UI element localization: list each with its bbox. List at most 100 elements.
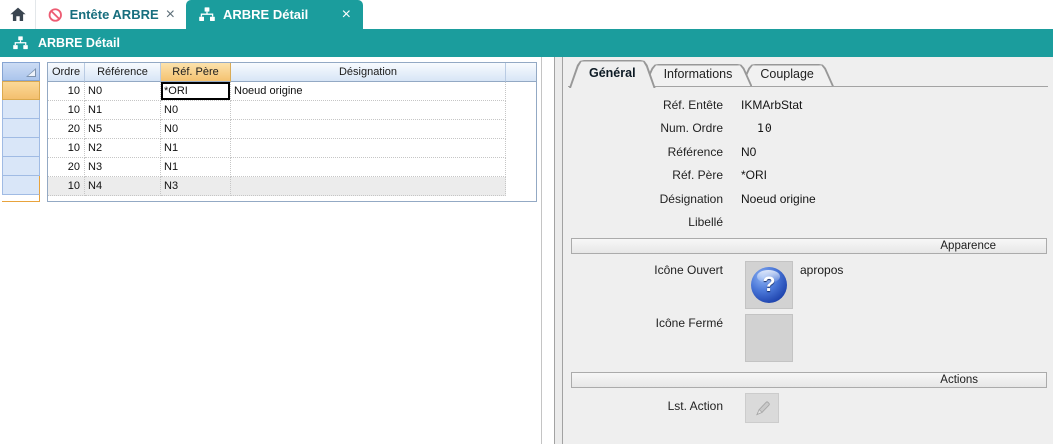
page-title: ARBRE Détail	[38, 36, 120, 50]
field-label: Num. Ordre	[573, 120, 723, 136]
section-header-apparence: Apparence	[571, 238, 1047, 254]
grid-cell[interactable]: 10	[48, 139, 85, 158]
grid-cell[interactable]: N0	[161, 120, 231, 139]
grid-cell[interactable]	[231, 101, 506, 120]
row-selector[interactable]	[2, 176, 40, 195]
field-row: Réf. Père *ORI	[563, 167, 1053, 183]
panel-splitter[interactable]	[554, 57, 563, 444]
grid-cell-filler	[506, 177, 536, 196]
table-row: 10 N1 N0	[48, 101, 536, 120]
grid-cell[interactable]: N3	[85, 158, 161, 177]
tab-informations[interactable]: Informations	[644, 64, 753, 86]
field-label: Icône Ouvert	[573, 262, 723, 278]
grid-cell-filler	[506, 101, 536, 120]
field-row: Libellé	[563, 214, 1053, 230]
field-row: Désignation Noeud origine	[563, 191, 1053, 207]
grid-header-row: Ordre Référence Réf. Père Désignation	[48, 63, 536, 82]
table-row: 10 N0 *ORI Noeud origine	[48, 82, 536, 101]
column-header-filler	[506, 63, 536, 82]
designation-field[interactable]: Noeud origine	[741, 191, 816, 207]
grid-cell[interactable]: N0	[161, 101, 231, 120]
tab-general[interactable]: Général	[569, 60, 656, 88]
grid-cell[interactable]: N2	[85, 139, 161, 158]
home-icon	[10, 7, 26, 22]
tab-entete-arbre[interactable]: Entête ARBRE ×	[36, 0, 186, 29]
column-header-ordre[interactable]: Ordre	[48, 63, 85, 82]
grid-cell[interactable]: N1	[161, 139, 231, 158]
tab-label: Couplage	[760, 64, 814, 85]
select-all-cell[interactable]	[2, 62, 40, 81]
grid-cell[interactable]: N1	[161, 158, 231, 177]
column-header-ref-pere[interactable]: Réf. Père	[161, 63, 231, 82]
forbidden-icon	[48, 7, 63, 23]
reference-field[interactable]: N0	[741, 144, 756, 160]
close-icon[interactable]: ×	[342, 7, 351, 23]
grid-cell[interactable]	[231, 158, 506, 177]
icon-name-text: apropos	[800, 263, 843, 277]
window-title-band: ARBRE Détail	[0, 29, 1053, 57]
field-label: Libellé	[573, 214, 723, 230]
num-ordre-field[interactable]: 10	[757, 120, 773, 136]
lst-action-button[interactable]	[745, 393, 779, 423]
grid-cell[interactable]: 10	[48, 101, 85, 120]
table-row: 20 N3 N1	[48, 158, 536, 177]
help-icon: ?	[751, 267, 787, 303]
column-header-designation[interactable]: Désignation	[231, 63, 506, 82]
tab-bar: Entête ARBRE × ARBRE Détail ×	[0, 0, 1053, 29]
row-selector-tail	[2, 195, 40, 202]
grid-cell[interactable]	[231, 139, 506, 158]
panel-border	[541, 57, 542, 444]
ref-pere-field[interactable]: *ORI	[741, 167, 767, 183]
grid-cell[interactable]: N5	[85, 120, 161, 139]
app-window: Entête ARBRE × ARBRE Détail × ARBRE Déta…	[0, 0, 1053, 444]
field-row: Réf. Entête IKMArbStat	[563, 97, 1053, 113]
field-label: Réf. Père	[573, 167, 723, 183]
data-grid: Ordre Référence Réf. Père Désignation 10…	[47, 62, 537, 202]
tab-label: ARBRE Détail	[223, 7, 334, 22]
row-selector-column	[2, 62, 40, 202]
grid-cell[interactable]: 20	[48, 158, 85, 177]
grid-cell-filler	[506, 158, 536, 177]
grid-cell[interactable]: N3	[161, 177, 231, 196]
icone-ferme-button[interactable]	[745, 314, 793, 362]
grid-cell-selected[interactable]: *ORI	[161, 82, 231, 101]
field-row: Référence N0	[563, 144, 1053, 160]
grid-cell[interactable]: 10	[48, 82, 85, 101]
table-row: 20 N5 N0	[48, 120, 536, 139]
tab-couplage[interactable]: Couplage	[740, 64, 834, 86]
grid-cell-filler	[506, 120, 536, 139]
grid-cell-filler	[506, 82, 536, 101]
table-row: 10 N2 N1	[48, 139, 536, 158]
detail-panel: Général Informations Couplage Réf. Entêt…	[563, 57, 1053, 444]
row-selector[interactable]	[2, 119, 40, 138]
grid-cell[interactable]	[231, 120, 506, 139]
pen-icon	[753, 399, 772, 418]
row-selector[interactable]	[2, 138, 40, 157]
row-selector[interactable]	[2, 100, 40, 119]
grid-cell[interactable]: N0	[85, 82, 161, 101]
field-label: Réf. Entête	[573, 97, 723, 113]
ref-entete-field[interactable]: IKMArbStat	[741, 97, 802, 113]
tab-label: Entête ARBRE	[70, 7, 159, 22]
home-tab[interactable]	[0, 0, 36, 29]
field-label: Référence	[573, 144, 723, 160]
grid-cell[interactable]	[231, 177, 506, 196]
table-row: 10 N4 N3	[48, 177, 536, 196]
icone-ouvert-button[interactable]: ?	[745, 261, 793, 309]
grid-cell[interactable]: Noeud origine	[231, 82, 506, 101]
tab-arbre-detail[interactable]: ARBRE Détail ×	[186, 0, 363, 29]
grid-cell[interactable]: 20	[48, 120, 85, 139]
grid-cell[interactable]: N4	[85, 177, 161, 196]
row-selector[interactable]	[2, 81, 40, 100]
field-row: Num. Ordre 10	[563, 120, 1053, 136]
field-label: Désignation	[573, 191, 723, 207]
close-icon[interactable]: ×	[166, 7, 175, 23]
help-glyph: ?	[763, 273, 776, 297]
grid-cell[interactable]: N1	[85, 101, 161, 120]
column-header-reference[interactable]: Référence	[85, 63, 161, 82]
tree-icon	[13, 36, 28, 50]
grid-cell[interactable]: 10	[48, 177, 85, 196]
grid-panel: Ordre Référence Réf. Père Désignation 10…	[0, 57, 554, 444]
row-selector[interactable]	[2, 157, 40, 176]
field-label: Icône Fermé	[573, 315, 723, 331]
